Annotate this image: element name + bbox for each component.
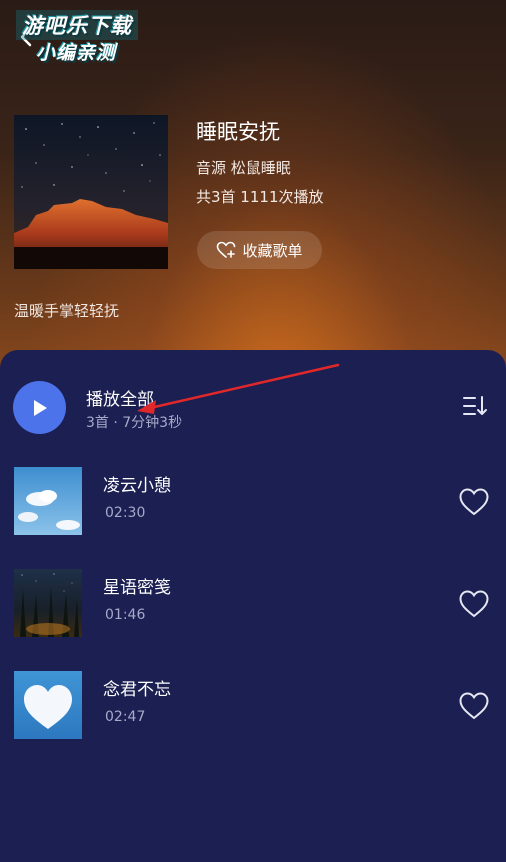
song-item[interactable]: 念君不忘 02:47: [0, 671, 506, 741]
song-duration: 02:47: [105, 709, 146, 725]
song-duration: 02:30: [105, 505, 146, 521]
playlist-cover-image: [14, 115, 168, 269]
favorite-playlist-label: 收藏歌单: [242, 241, 303, 260]
song-thumbnail: [14, 467, 82, 535]
playlist-stats: 共3首 1111次播放: [196, 188, 324, 206]
playlist-title: 睡眠安抚: [196, 120, 280, 144]
song-title: 凌云小憩: [103, 476, 171, 496]
song-item[interactable]: 星语密笺 01:46: [0, 569, 506, 639]
watermark-line-2: 小编亲测: [36, 42, 117, 64]
play-all-meta: 3首 · 7分钟3秒: [86, 415, 183, 431]
favorite-playlist-button[interactable]: 收藏歌单: [197, 231, 322, 269]
playlist-source: 音源 松鼠睡眠: [196, 159, 291, 177]
song-title: 星语密笺: [103, 578, 171, 598]
cover-art: [14, 115, 168, 269]
sort-icon[interactable]: [462, 394, 488, 418]
play-icon: [33, 399, 47, 416]
heart-plus-icon: [217, 241, 236, 258]
song-thumbnail: [14, 569, 82, 637]
heart-outline-icon[interactable]: [458, 487, 490, 517]
playlist-description: 温暖手掌轻轻抚: [14, 302, 120, 320]
play-all-button[interactable]: [13, 381, 66, 434]
song-thumbnail: [14, 671, 82, 739]
song-duration: 01:46: [105, 607, 146, 623]
watermark-line-1: 游吧乐下载: [16, 10, 138, 40]
heart-outline-icon[interactable]: [458, 589, 490, 619]
song-item[interactable]: 凌云小憩 02:30: [0, 467, 506, 537]
song-title: 念君不忘: [103, 680, 171, 700]
play-all-label[interactable]: 播放全部: [86, 385, 154, 410]
watermark-logo: 游吧乐下载 小编亲测: [10, 8, 160, 66]
heart-outline-icon[interactable]: [458, 691, 490, 721]
